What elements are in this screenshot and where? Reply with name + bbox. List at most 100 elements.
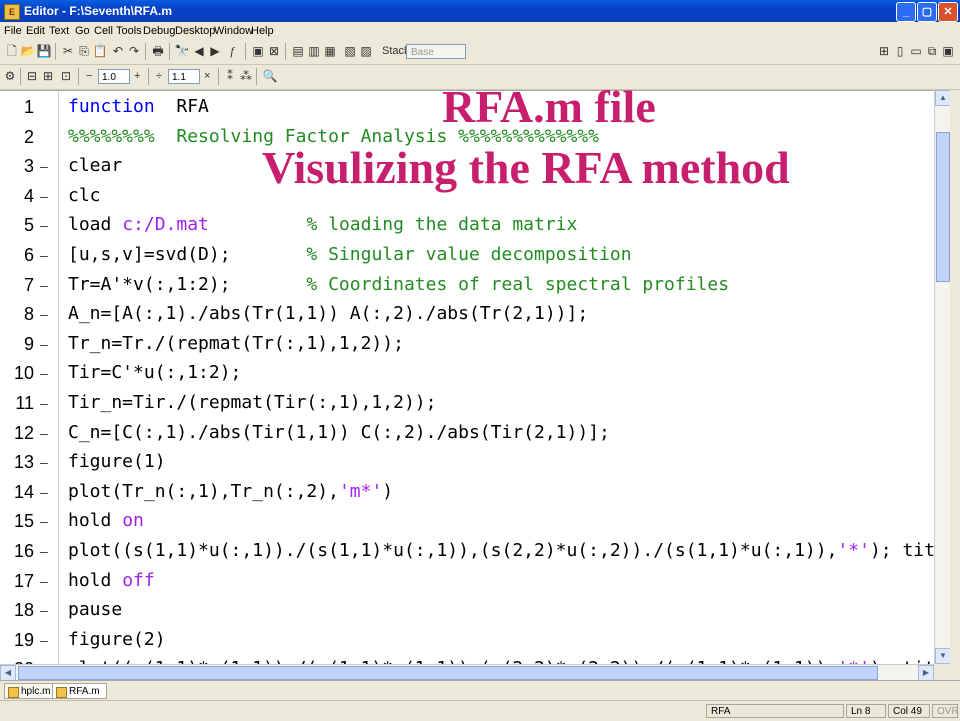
breakpoint-marker[interactable]: – [40, 188, 48, 204]
breakpoint-marker[interactable]: – [40, 336, 48, 352]
undo-icon[interactable]: ↶ [110, 43, 126, 59]
code-line[interactable]: 14– plot(Tr_n(:,1),Tr_n(:,2),'m*') [0, 478, 934, 508]
clear-breakpoints-icon[interactable]: ⊠ [266, 43, 282, 59]
minimize-button[interactable]: _ [896, 2, 916, 22]
menu-tools[interactable]: Tools [116, 25, 142, 37]
code-line[interactable]: 6– [u,s,v]=svd(D); % Singular value decom… [0, 241, 934, 271]
exit-debug-icon[interactable]: ▨ [358, 43, 374, 59]
divide-value-field[interactable]: 1.1 [168, 69, 200, 84]
breakpoint-marker[interactable]: – [40, 306, 48, 322]
divide-label[interactable]: ÷ [156, 70, 162, 82]
breakpoint-marker[interactable]: – [40, 573, 48, 589]
code-line[interactable]: 13– figure(1) [0, 448, 934, 478]
redo-icon[interactable]: ↷ [126, 43, 142, 59]
menu-text[interactable]: Text [49, 25, 69, 37]
vertical-scroll-thumb[interactable] [936, 132, 950, 282]
menu-debug[interactable]: Debug [143, 25, 175, 37]
tile-layout-icon[interactable]: ⊞ [876, 43, 892, 59]
code-line[interactable]: 19– figure(2) [0, 626, 934, 656]
tab-rfa[interactable]: RFA.m [52, 683, 107, 699]
forward-arrow-icon[interactable]: ▶ [207, 43, 223, 59]
breakpoint-marker[interactable]: – [40, 513, 48, 529]
scroll-up-arrow-icon[interactable]: ▲ [935, 90, 951, 106]
help-icon[interactable]: 🔍 [262, 68, 278, 84]
breakpoint-marker[interactable]: – [40, 247, 48, 263]
code-line[interactable]: 18– pause [0, 596, 934, 626]
decrement-label[interactable]: − [86, 70, 92, 82]
code-line[interactable]: 17– hold off [0, 567, 934, 597]
vertical-scrollbar[interactable]: ▲ ▼ [934, 90, 951, 664]
close-button[interactable]: ✕ [938, 2, 958, 22]
breakpoint-marker[interactable]: – [40, 217, 48, 233]
code-token: % Coordinates of real spectral profiles [306, 273, 730, 295]
breakpoint-marker[interactable]: – [40, 543, 48, 559]
breakpoint-marker[interactable]: – [40, 425, 48, 441]
step-out-icon[interactable]: ▦ [322, 43, 338, 59]
copy-icon[interactable]: ⎘ [76, 43, 92, 59]
set-breakpoint-icon[interactable]: ▣ [250, 43, 266, 59]
decrement-value-field[interactable]: 1.0 [98, 69, 130, 84]
menu-desktop[interactable]: Desktop [175, 25, 215, 37]
breakpoint-marker[interactable]: – [40, 395, 48, 411]
horizontal-scrollbar[interactable]: ◀ ▶ [0, 664, 934, 681]
menu-cell[interactable]: Cell [94, 25, 113, 37]
cell-settings-icon[interactable]: ⁂ [238, 68, 254, 84]
code-line[interactable]: 10– Tir=C'*u(:,1:2); [0, 359, 934, 389]
increment-label[interactable]: + [134, 70, 140, 82]
tab-hplc[interactable]: hplc.m [4, 683, 58, 699]
open-folder-icon[interactable]: 📂 [20, 43, 36, 59]
paste-icon[interactable]: 📋 [92, 43, 108, 59]
code-line[interactable]: 16– plot((s(1,1)*u(:,1))./(s(1,1)*u(:,1))… [0, 537, 934, 567]
step-in-icon[interactable]: ▥ [306, 43, 322, 59]
show-cell-titles-icon[interactable]: ⁑ [222, 68, 238, 84]
code-line[interactable]: 11– Tir_n=Tir./(repmat(Tir(:,1),1,2)); [0, 389, 934, 419]
eval-cell-icon[interactable]: ⊟ [24, 68, 40, 84]
menu-file[interactable]: File [4, 25, 22, 37]
step-icon[interactable]: ▤ [290, 43, 306, 59]
code-line[interactable]: 8– A_n=[A(:,1)./abs(Tr(1,1)) A(:,2)./abs(… [0, 300, 934, 330]
continue-icon[interactable]: ▧ [342, 43, 358, 59]
menu-help[interactable]: Help [251, 25, 274, 37]
breakpoint-marker[interactable]: – [40, 632, 48, 648]
breakpoint-marker[interactable]: – [40, 277, 48, 293]
cell-mode-icon[interactable]: ⚙ [2, 68, 18, 84]
scroll-left-arrow-icon[interactable]: ◀ [0, 665, 16, 681]
split-vertical-icon[interactable]: ▯ [892, 43, 908, 59]
code-line[interactable]: 5– load c:/D.mat % loading the data matri… [0, 211, 934, 241]
save-icon[interactable]: 💾 [36, 43, 52, 59]
code-token: ); title( [869, 540, 934, 561]
breakpoint-marker[interactable]: – [40, 365, 48, 381]
eval-file-icon[interactable]: ⊡ [58, 68, 74, 84]
scroll-right-arrow-icon[interactable]: ▶ [918, 665, 934, 681]
cut-icon[interactable]: ✂ [60, 43, 76, 59]
eval-advance-icon[interactable]: ⊞ [40, 68, 56, 84]
find-icon[interactable]: 🔭 [174, 43, 190, 59]
code-line[interactable]: 12– C_n=[C(:,1)./abs(Tir(1,1)) C(:,2)./ab… [0, 419, 934, 449]
new-file-icon[interactable]: 🗋 [4, 43, 20, 59]
code-token: ) [382, 480, 394, 502]
print-icon[interactable]: 🖶 [150, 43, 166, 59]
undock-icon[interactable]: ⧉ [924, 43, 940, 59]
maximize-button[interactable]: ▢ [917, 2, 937, 22]
code-line[interactable]: 7– Tr=A'*v(:,1:2); % Coordinates of real … [0, 271, 934, 301]
code-text: figure(2) [68, 629, 166, 650]
breakpoint-marker[interactable]: – [40, 158, 48, 174]
code-line[interactable]: 9– Tr_n=Tr./(repmat(Tr(:,1),1,2)); [0, 330, 934, 360]
menu-edit[interactable]: Edit [26, 25, 45, 37]
stack-dropdown[interactable]: Base [406, 44, 466, 59]
horizontal-scroll-thumb[interactable] [18, 666, 878, 680]
split-horizontal-icon[interactable]: ▭ [908, 43, 924, 59]
code-line[interactable]: 15– hold on [0, 507, 934, 537]
function-icon[interactable]: f [224, 43, 240, 59]
breakpoint-marker[interactable]: – [40, 484, 48, 500]
status-column: Col 49 [888, 704, 930, 718]
scroll-down-arrow-icon[interactable]: ▼ [935, 648, 951, 664]
breakpoint-marker[interactable]: – [40, 454, 48, 470]
menu-go[interactable]: Go [75, 25, 90, 37]
code-token: load [68, 214, 123, 236]
menu-window[interactable]: Window [214, 25, 253, 37]
back-arrow-icon[interactable]: ◀ [191, 43, 207, 59]
breakpoint-marker[interactable]: – [40, 602, 48, 618]
multiply-label[interactable]: × [204, 70, 210, 82]
dock-icon[interactable]: ▣ [940, 43, 956, 59]
